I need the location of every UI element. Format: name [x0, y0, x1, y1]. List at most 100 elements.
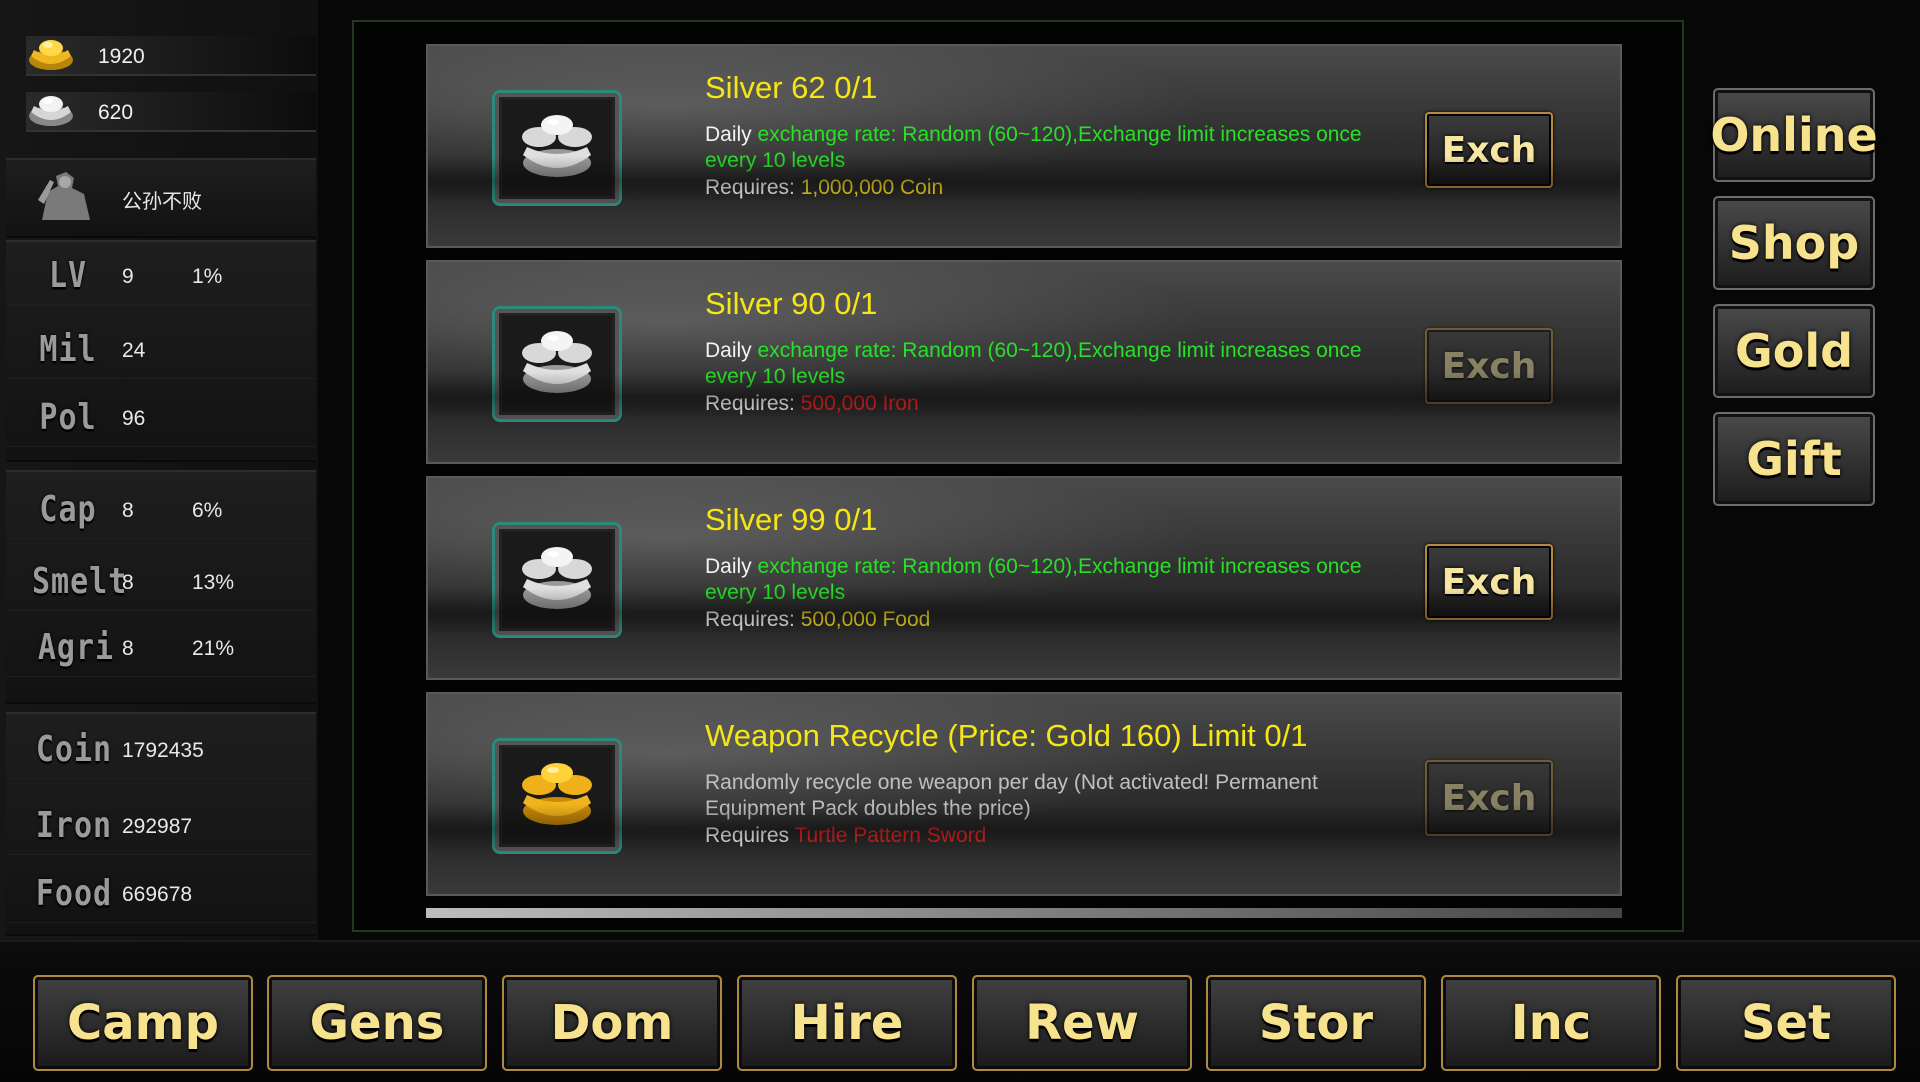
gift-button[interactable]: Gift — [1713, 412, 1875, 506]
desc-prefix: Daily — [705, 123, 758, 146]
item-slot — [492, 306, 622, 422]
exchange-card: Silver 90 0/1 Daily exchange rate: Rando… — [426, 260, 1622, 464]
silver-ingot-icon — [26, 88, 76, 130]
player-name: 公孙不败 — [122, 191, 202, 213]
item-requirement: Requires Turtle Pattern Sword — [705, 824, 986, 848]
stat-value: 96 — [122, 407, 146, 430]
stat-row-smelt: Smelt 8 13% — [6, 554, 316, 611]
nav-gens-button[interactable]: Gens — [267, 975, 487, 1071]
stat-percent: 21% — [192, 637, 235, 660]
stat-percent: 6% — [192, 499, 223, 522]
req-value: Turtle Pattern Sword — [794, 824, 987, 847]
resource-value: 1792435 — [122, 739, 204, 762]
silver-amount: 620 — [98, 101, 134, 124]
nav-dom-button[interactable]: Dom — [502, 975, 722, 1071]
exchange-button[interactable]: Exch — [1425, 760, 1553, 836]
resource-label: Coin — [35, 728, 113, 771]
item-slot — [492, 738, 622, 854]
item-requirement: Requires: 1,000,000 Coin — [705, 176, 943, 200]
stat-label: Smelt — [32, 560, 128, 603]
gold-currency-row: 1920 — [26, 36, 316, 76]
resource-label: Food — [35, 872, 113, 915]
exchange-card: Silver 62 0/1 Daily exchange rate: Rando… — [426, 44, 1622, 248]
stat-row-pol: Pol 96 — [6, 390, 316, 447]
item-requirement: Requires: 500,000 Iron — [705, 392, 919, 416]
bottom-navigation: Camp Gens Dom Hire Rew Stor Inc Set — [0, 940, 1920, 1082]
req-value: 500,000 Food — [800, 608, 931, 631]
item-description: Daily exchange rate: Random (60~120),Exc… — [705, 338, 1385, 390]
nav-set-button[interactable]: Set — [1676, 975, 1896, 1071]
exchange-card: Weapon Recycle (Price: Gold 160) Limit 0… — [426, 692, 1622, 896]
nav-rew-button[interactable]: Rew — [972, 975, 1192, 1071]
stat-value: 9 — [122, 265, 134, 288]
silver-ingots-icon — [522, 115, 592, 177]
desc-prefix: Daily — [705, 555, 758, 578]
gold-button[interactable]: Gold — [1713, 304, 1875, 398]
player-status-panel: 1920 620 公孙不败 LV 9 1% Mil 24 Pol 96 Cap … — [0, 0, 318, 940]
req-label: Requires — [705, 824, 795, 847]
desc-main: exchange rate: Random (60~120),Exchange … — [705, 555, 1362, 604]
gold-ingots-icon — [522, 763, 592, 825]
attributes-block: LV 9 1% Mil 24 Pol 96 — [6, 240, 316, 462]
req-value: 1,000,000 Coin — [800, 176, 944, 199]
item-title: Silver 99 0/1 — [705, 502, 878, 537]
desc-main: exchange rate: Random (60~120),Exchange … — [705, 339, 1362, 388]
silver-currency-row: 620 — [26, 92, 316, 132]
stat-value: 24 — [122, 339, 146, 362]
online-button[interactable]: Online — [1710, 88, 1878, 182]
nav-camp-button[interactable]: Camp — [33, 975, 253, 1071]
stat-value: 8 — [122, 571, 134, 594]
stat-label: Cap — [39, 488, 97, 531]
req-value: 500,000 Iron — [800, 392, 919, 415]
req-label: Requires: — [705, 392, 801, 415]
desc-main: exchange rate: Random (60~120),Exchange … — [705, 123, 1362, 172]
silver-ingots-icon — [522, 331, 592, 393]
player-name-row[interactable]: 公孙不败 — [6, 158, 316, 238]
item-title: Silver 62 0/1 — [705, 70, 878, 105]
stat-label: Agri — [37, 626, 115, 669]
resource-value: 669678 — [122, 883, 193, 906]
stat-percent: 13% — [192, 571, 235, 594]
resource-row-iron: Iron 292987 — [6, 798, 316, 855]
exchange-button[interactable]: Exch — [1425, 112, 1553, 188]
exchange-button[interactable]: Exch — [1425, 544, 1553, 620]
stat-label: Mil — [39, 328, 97, 371]
item-requirement: Requires: 500,000 Food — [705, 608, 930, 632]
resource-label: Iron — [35, 804, 113, 847]
resources-block: Coin 1792435 Iron 292987 Food 669678 — [6, 712, 316, 936]
stat-value: 8 — [122, 637, 134, 660]
req-label: Requires: — [705, 608, 801, 631]
shop-button[interactable]: Shop — [1713, 196, 1875, 290]
stat-row-mil: Mil 24 — [6, 322, 316, 379]
exchange-list-panel[interactable]: Silver 62 0/1 Daily exchange rate: Rando… — [352, 20, 1684, 932]
resource-value: 292987 — [122, 815, 193, 838]
gold-ingot-icon — [26, 32, 76, 74]
gold-amount: 1920 — [98, 45, 145, 68]
item-description: Daily exchange rate: Random (60~120),Exc… — [705, 122, 1385, 174]
item-description: Daily exchange rate: Random (60~120),Exc… — [705, 554, 1385, 606]
item-title: Silver 90 0/1 — [705, 286, 878, 321]
stat-label: Pol — [39, 396, 97, 439]
desc-prefix: Daily — [705, 339, 758, 362]
stat-row-cap: Cap 8 6% — [6, 482, 316, 539]
item-slot — [492, 90, 622, 206]
req-label: Requires: — [705, 176, 801, 199]
stat-value: 8 — [122, 499, 134, 522]
item-title: Weapon Recycle (Price: Gold 160) Limit 0… — [705, 718, 1308, 753]
stat-percent: 1% — [192, 265, 223, 288]
general-portrait-icon — [34, 170, 96, 227]
silver-ingots-icon — [522, 547, 592, 609]
item-slot — [492, 522, 622, 638]
exchange-button[interactable]: Exch — [1425, 328, 1553, 404]
nav-hire-button[interactable]: Hire — [737, 975, 957, 1071]
stat-row-agri: Agri 8 21% — [6, 620, 316, 677]
list-scroll-indicator[interactable] — [426, 908, 1622, 918]
resource-row-coin: Coin 1792435 — [6, 722, 316, 779]
resource-row-food: Food 669678 — [6, 866, 316, 923]
nav-stor-button[interactable]: Stor — [1206, 975, 1426, 1071]
stat-row-lv: LV 9 1% — [6, 248, 316, 305]
item-description: Randomly recycle one weapon per day (Not… — [705, 771, 1318, 820]
skills-block: Cap 8 6% Smelt 8 13% Agri 8 21% — [6, 470, 316, 704]
nav-inc-button[interactable]: Inc — [1441, 975, 1661, 1071]
stat-label: LV — [48, 254, 88, 297]
